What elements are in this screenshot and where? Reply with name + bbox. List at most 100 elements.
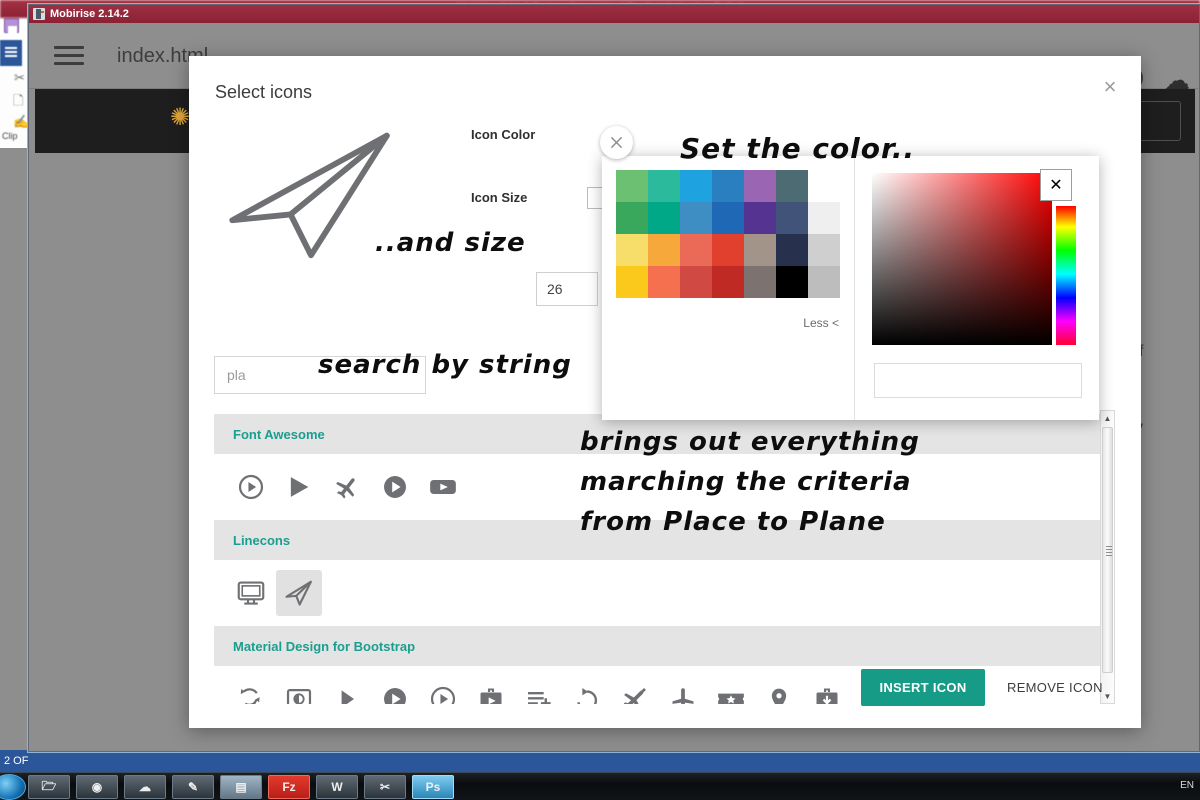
icon-group-label: Material Design for Bootstrap [233,639,415,654]
format-painter-icon[interactable]: ✍ [13,114,29,130]
save-icon[interactable] [4,18,19,33]
color-swatch[interactable] [680,234,712,266]
play-circle-outline-icon[interactable] [420,676,466,704]
color-swatch[interactable] [712,234,744,266]
close-icon[interactable] [600,126,633,159]
color-swatch[interactable] [648,202,680,234]
color-swatch[interactable] [776,266,808,298]
icon-results-list[interactable]: Font Awesome Linecons [214,414,1115,704]
annotation-line-2: marching the criteria [580,467,912,497]
taskbar-mobirise[interactable]: ▤ [220,775,262,799]
get-app-box-icon[interactable] [804,676,850,704]
replay-icon[interactable] [564,676,610,704]
color-swatch[interactable] [744,266,776,298]
color-swatch[interactable] [808,170,840,202]
play-arrow-icon[interactable] [276,464,322,510]
color-swatch[interactable] [776,202,808,234]
autorenew-search-icon[interactable] [228,676,274,704]
icon-group-body-linecons [214,560,1115,626]
scroll-up-icon[interactable]: ▲ [1101,411,1114,425]
paper-plane-icon[interactable] [276,570,322,616]
color-swatch[interactable] [776,234,808,266]
color-swatch[interactable] [616,202,648,234]
local-play-ticket-icon[interactable] [708,676,754,704]
airplanemode-active-icon[interactable] [660,676,706,704]
taskbar-notepad-plus-plus[interactable]: ✎ [172,775,214,799]
copy-icon[interactable]: 🗋 [13,92,23,114]
airplanemode-off-icon[interactable] [612,676,658,704]
icon-list-scrollbar[interactable]: ▲ ▼ [1100,410,1115,704]
start-button-orb-icon[interactable] [0,774,26,800]
color-swatch[interactable] [616,234,648,266]
icon-size-input[interactable]: 26 [536,272,598,306]
taskbar-firefox[interactable]: ◉ [76,775,118,799]
clipboard-group-label: Clip [2,131,18,141]
close-icon[interactable]: × [1101,76,1119,98]
color-picker-custom-pane: ✕ [855,156,1099,420]
taskbar-word[interactable]: W [316,775,358,799]
hue-slider[interactable] [1056,206,1076,345]
color-swatch[interactable] [808,202,840,234]
color-swatch[interactable] [712,266,744,298]
plane-icon[interactable] [324,464,370,510]
color-swatch[interactable] [744,234,776,266]
color-swatch[interactable] [744,202,776,234]
mobirise-title-text: Mobirise 2.14.2 [50,8,129,20]
color-swatch[interactable] [712,202,744,234]
place-pin-icon[interactable] [756,676,802,704]
remove-icon-button[interactable]: REMOVE ICON [1001,669,1131,706]
color-swatch[interactable] [616,266,648,298]
hamburger-menu-icon[interactable] [54,46,84,66]
taskbar-snagit[interactable]: ✂ [364,775,406,799]
color-swatch[interactable] [680,202,712,234]
taskbar-email-client[interactable]: ☁ [124,775,166,799]
windows-taskbar: 🗁 ◉ ☁ ✎ ▤ Fz W ✂ Ps EN [0,772,1200,800]
mobirise-app-icon [33,8,45,20]
scrollbar-thumb[interactable] [1102,427,1113,673]
taskbar-language-indicator[interactable]: EN [1180,780,1194,791]
color-swatch-grid[interactable] [616,170,840,298]
close-x-glyph-icon [608,134,625,151]
icon-preview-paper-plane-icon [221,124,401,264]
brightness-box-icon[interactable] [276,676,322,704]
color-swatch[interactable] [648,170,680,202]
color-swatch[interactable] [648,266,680,298]
annotation-line-3: from Place to Plane [580,507,886,537]
play-circle-outline-icon[interactable] [228,464,274,510]
color-swatch[interactable] [680,170,712,202]
business-center-play-icon[interactable] [468,676,514,704]
play-arrow-icon[interactable] [324,676,370,704]
taskbar-photoshop[interactable]: Ps [412,775,454,799]
color-swatch[interactable] [808,266,840,298]
color-picker-popup: Less < ✕ [602,156,1099,420]
youtube-play-icon[interactable] [420,464,466,510]
word-status-bar: 2 OF [0,750,1200,772]
color-swatch[interactable] [712,170,744,202]
color-swatch[interactable] [808,234,840,266]
icon-group-label: Linecons [233,533,290,548]
close-icon[interactable]: ✕ [1040,169,1072,201]
saturation-brightness-field[interactable] [872,173,1052,345]
play-circle-filled-icon[interactable] [372,676,418,704]
playlist-add-icon[interactable] [516,676,562,704]
color-picker-less-toggle[interactable]: Less < [803,316,839,330]
annotation-search-by-string: search by string [318,350,572,380]
icon-size-label: Icon Size [471,190,527,205]
sun-decoration-icon: ✺ [170,103,190,132]
display-monitor-icon[interactable] [228,570,274,616]
insert-icon-button[interactable]: INSERT ICON [861,669,985,706]
icon-color-label: Icon Color [471,127,535,142]
annotation-and-size: ..and size [375,228,526,258]
color-swatch[interactable] [744,170,776,202]
hex-color-input[interactable] [874,363,1082,398]
taskbar-filezilla[interactable]: Fz [268,775,310,799]
menu-lines-icon [5,47,17,57]
cut-icon[interactable]: ✂ [14,70,25,86]
color-swatch[interactable] [648,234,680,266]
scrollbar-grip-icon [1106,546,1112,558]
play-circle-filled-icon[interactable] [372,464,418,510]
taskbar-file-explorer[interactable]: 🗁 [28,775,70,799]
color-swatch[interactable] [680,266,712,298]
color-swatch[interactable] [616,170,648,202]
color-swatch[interactable] [776,170,808,202]
